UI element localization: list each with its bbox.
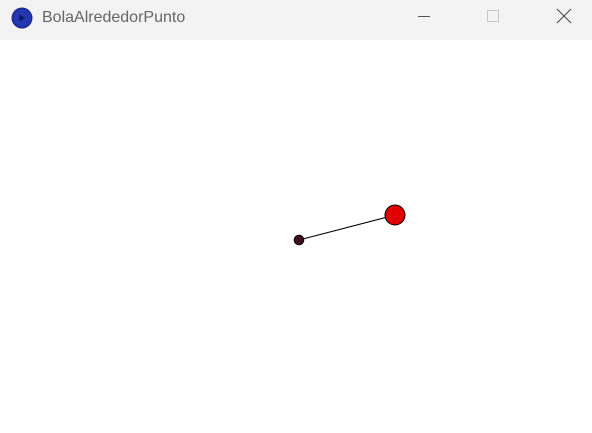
sketch-canvas[interactable] bbox=[0, 40, 592, 433]
window-title: BolaAlrededorPunto bbox=[42, 9, 186, 26]
maximize-icon bbox=[485, 8, 501, 29]
close-button[interactable] bbox=[541, 0, 587, 36]
sketch-drawing bbox=[293, 204, 406, 246]
connecting-line bbox=[298, 214, 396, 241]
maximize-button[interactable] bbox=[470, 0, 516, 36]
orbiting-ball bbox=[384, 204, 406, 226]
app-window: BolaAlrededorPunto bbox=[0, 0, 592, 433]
pivot-point bbox=[293, 234, 305, 246]
minimize-button[interactable] bbox=[401, 0, 447, 36]
close-icon bbox=[555, 7, 573, 30]
minimize-icon bbox=[416, 8, 432, 29]
processing-app-icon bbox=[11, 7, 33, 29]
title-bar[interactable]: BolaAlrededorPunto bbox=[0, 0, 592, 40]
